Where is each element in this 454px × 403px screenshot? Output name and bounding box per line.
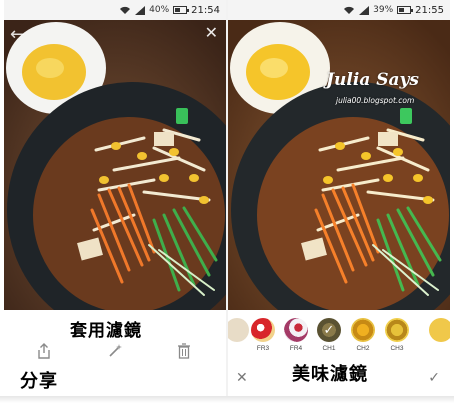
selected-check-icon: ✓: [323, 322, 335, 338]
share-icon: [38, 343, 50, 359]
watermark-title: Julia Says: [326, 70, 419, 90]
share-button[interactable]: [34, 341, 54, 361]
left-screen: 40% 21:54 ← ✕ 套用濾鏡 分享: [4, 0, 226, 396]
filter-label: FR3: [256, 345, 270, 352]
filter-ch1[interactable]: ✓ CH1: [314, 318, 344, 352]
battery-percent: 39%: [373, 5, 394, 15]
filter-fr3[interactable]: FR3: [248, 318, 278, 352]
food-photo: [4, 20, 226, 310]
watermark-url: julia00.blogspot.com: [336, 96, 415, 105]
filter-fr4[interactable]: FR4: [281, 318, 311, 352]
wifi-icon: [120, 6, 131, 14]
signal-icon: [135, 5, 146, 15]
food-photo-filtered: [228, 20, 450, 310]
filter-thumb: [385, 318, 409, 342]
battery-icon: [173, 6, 190, 14]
trash-icon: [178, 343, 190, 359]
filter-thumb: [228, 318, 249, 342]
status-time: 21:55: [415, 4, 444, 16]
share-caption: 分享: [20, 371, 58, 392]
magic-wand-button[interactable]: [105, 341, 125, 361]
filter-thumb: ✓: [317, 318, 341, 342]
confirm-check-icon[interactable]: ✓: [428, 370, 440, 386]
filter-label: CH2: [356, 345, 370, 352]
back-arrow-icon[interactable]: ←: [10, 26, 25, 44]
filter-label: FR4: [289, 345, 303, 352]
battery-percent: 40%: [149, 5, 170, 15]
close-icon[interactable]: ✕: [205, 25, 218, 41]
apply-filter-caption: 套用濾鏡: [70, 321, 142, 341]
cancel-icon[interactable]: ✕: [236, 370, 248, 386]
status-bar: 39% 21:55: [228, 0, 450, 20]
filter-partial[interactable]: [426, 318, 450, 342]
battery-icon: [397, 6, 414, 14]
filter-ch2[interactable]: CH2: [348, 318, 378, 352]
status-bar: 40% 21:54: [4, 0, 226, 20]
filter-thumb: [429, 318, 450, 342]
frame-shadow: [0, 396, 454, 403]
filter-label: CH1: [322, 345, 336, 352]
tasty-filter-caption: 美味濾鏡: [292, 364, 368, 385]
status-time: 21:54: [191, 4, 220, 16]
filter-thumb: [284, 318, 308, 342]
wifi-icon: [344, 6, 355, 14]
right-screen: 39% 21:55 Julia Says julia00.blogspot.co…: [228, 0, 450, 396]
signal-icon: [359, 5, 370, 15]
filter-ch3[interactable]: CH3: [382, 318, 412, 352]
magic-wand-icon: [109, 344, 122, 357]
comparison-frame: 40% 21:54 ← ✕ 套用濾鏡 分享 39% 21:55 Julia Sa…: [0, 0, 454, 403]
filter-label: CH3: [390, 345, 404, 352]
filter-thumb: [351, 318, 375, 342]
filter-thumb: [251, 318, 275, 342]
filter-strip: FR3 FR4 ✓ CH1 CH2 CH3: [228, 318, 450, 362]
delete-button[interactable]: [174, 341, 194, 361]
